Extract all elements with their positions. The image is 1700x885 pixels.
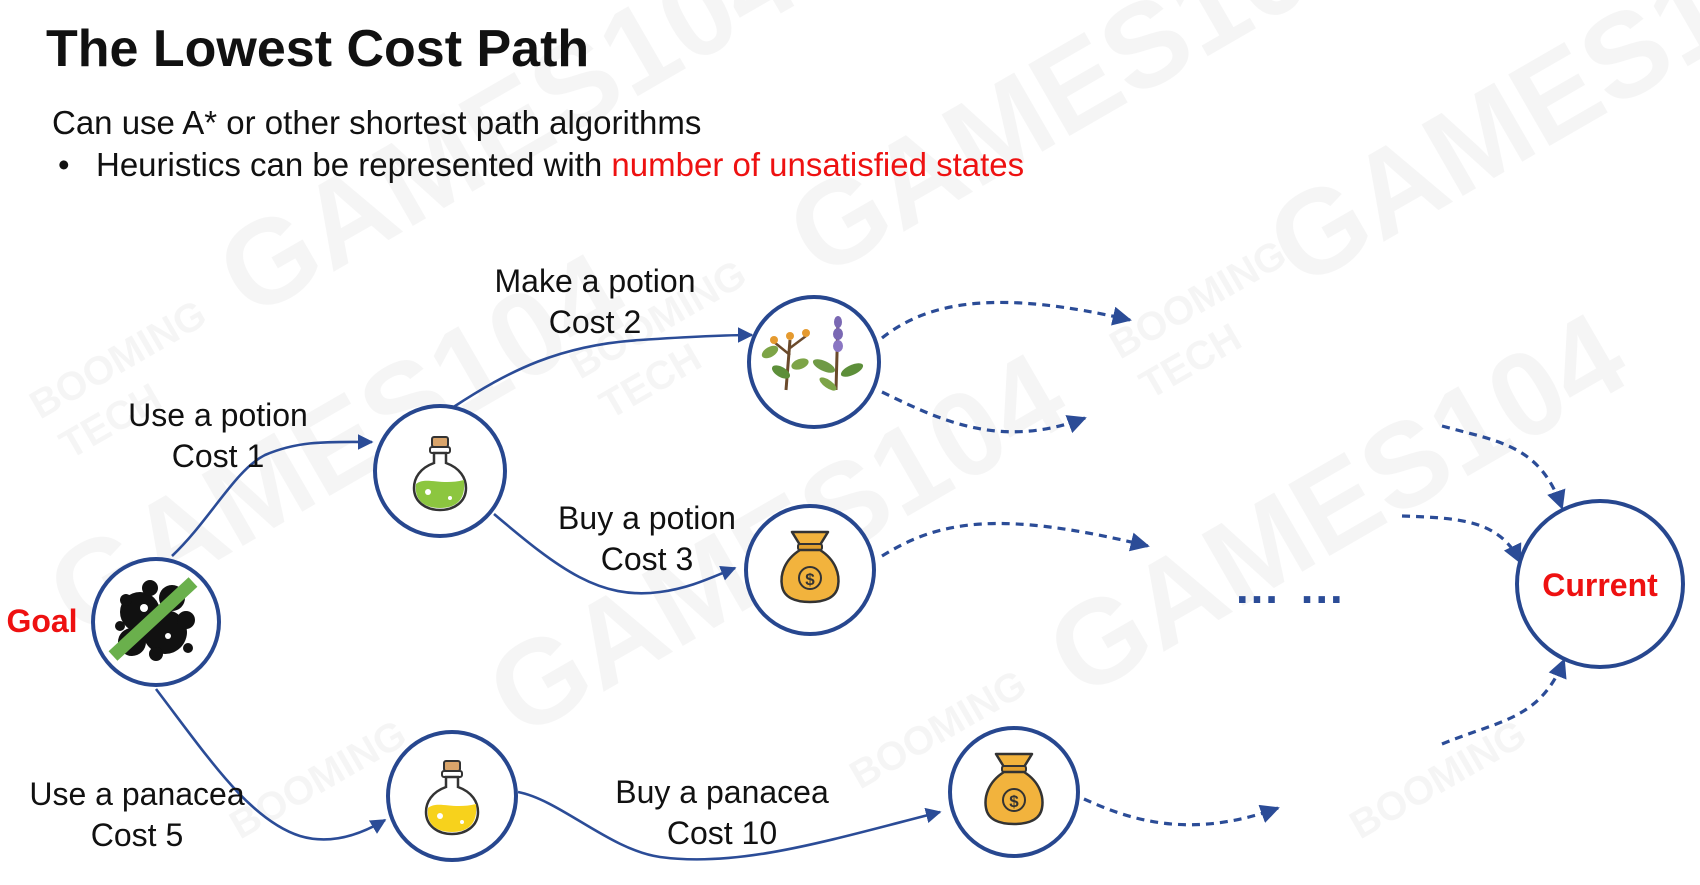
slide: GAMES104 GAMES104 GAMES104 GAMES104 GAME…	[0, 0, 1700, 885]
dashed-path-make-potion-upper	[881, 300, 1132, 340]
edge-label-cost: Cost 2	[549, 304, 641, 340]
current-label: Current	[1542, 567, 1658, 603]
make-potion-node	[747, 295, 881, 429]
bullet-text-prefix: Heuristics can be represented with	[96, 146, 611, 183]
goal-label: Goal	[6, 603, 77, 639]
watermark-brand: GAMES104	[1246, 0, 1700, 313]
lowest-cost-path-diagram: GAMES104 GAMES104 GAMES104 GAMES104 GAME…	[6, 0, 1700, 862]
current-node: Current	[1515, 499, 1685, 669]
buy-panacea-node: $	[948, 726, 1080, 858]
goal-node: Goal	[6, 557, 221, 687]
edge-label-action: Use a panacea	[29, 776, 244, 812]
use-potion-node	[373, 404, 507, 538]
bullet-text: Heuristics can be represented with numbe…	[96, 146, 1024, 183]
watermark-studio: BOOMING	[1343, 712, 1534, 848]
use-panacea-node	[386, 730, 518, 862]
bullet-text-highlight: number of unsatisfied states	[611, 146, 1024, 183]
buy-potion-node: $	[744, 504, 876, 636]
edge-label-cost: Cost 1	[172, 438, 264, 474]
edge-label-action: Use a potion	[128, 397, 308, 433]
edge-label-use-panacea: Use a panacea Cost 5	[29, 776, 244, 853]
subtitle: Can use A* or other shortest path algori…	[52, 104, 701, 141]
page-title: The Lowest Cost Path	[46, 20, 589, 78]
edge-label-action: Buy a potion	[558, 500, 736, 536]
dashed-path-buy-panacea	[1083, 797, 1280, 827]
bullet-marker: •	[58, 146, 70, 183]
svg-text:$: $	[805, 570, 815, 589]
edge-label-buy-panacea: Buy a panacea Cost 10	[615, 774, 829, 851]
svg-text:$: $	[1009, 792, 1019, 811]
edge-label-action: Buy a panacea	[615, 774, 829, 810]
edge-label-cost: Cost 5	[91, 817, 183, 853]
edge-label-cost: Cost 3	[601, 541, 693, 577]
watermark-studio: BOOMING	[223, 712, 414, 848]
edge-label-action: Make a potion	[494, 263, 695, 299]
edge-label-cost: Cost 10	[667, 815, 777, 851]
ellipsis: … …	[1234, 561, 1348, 613]
